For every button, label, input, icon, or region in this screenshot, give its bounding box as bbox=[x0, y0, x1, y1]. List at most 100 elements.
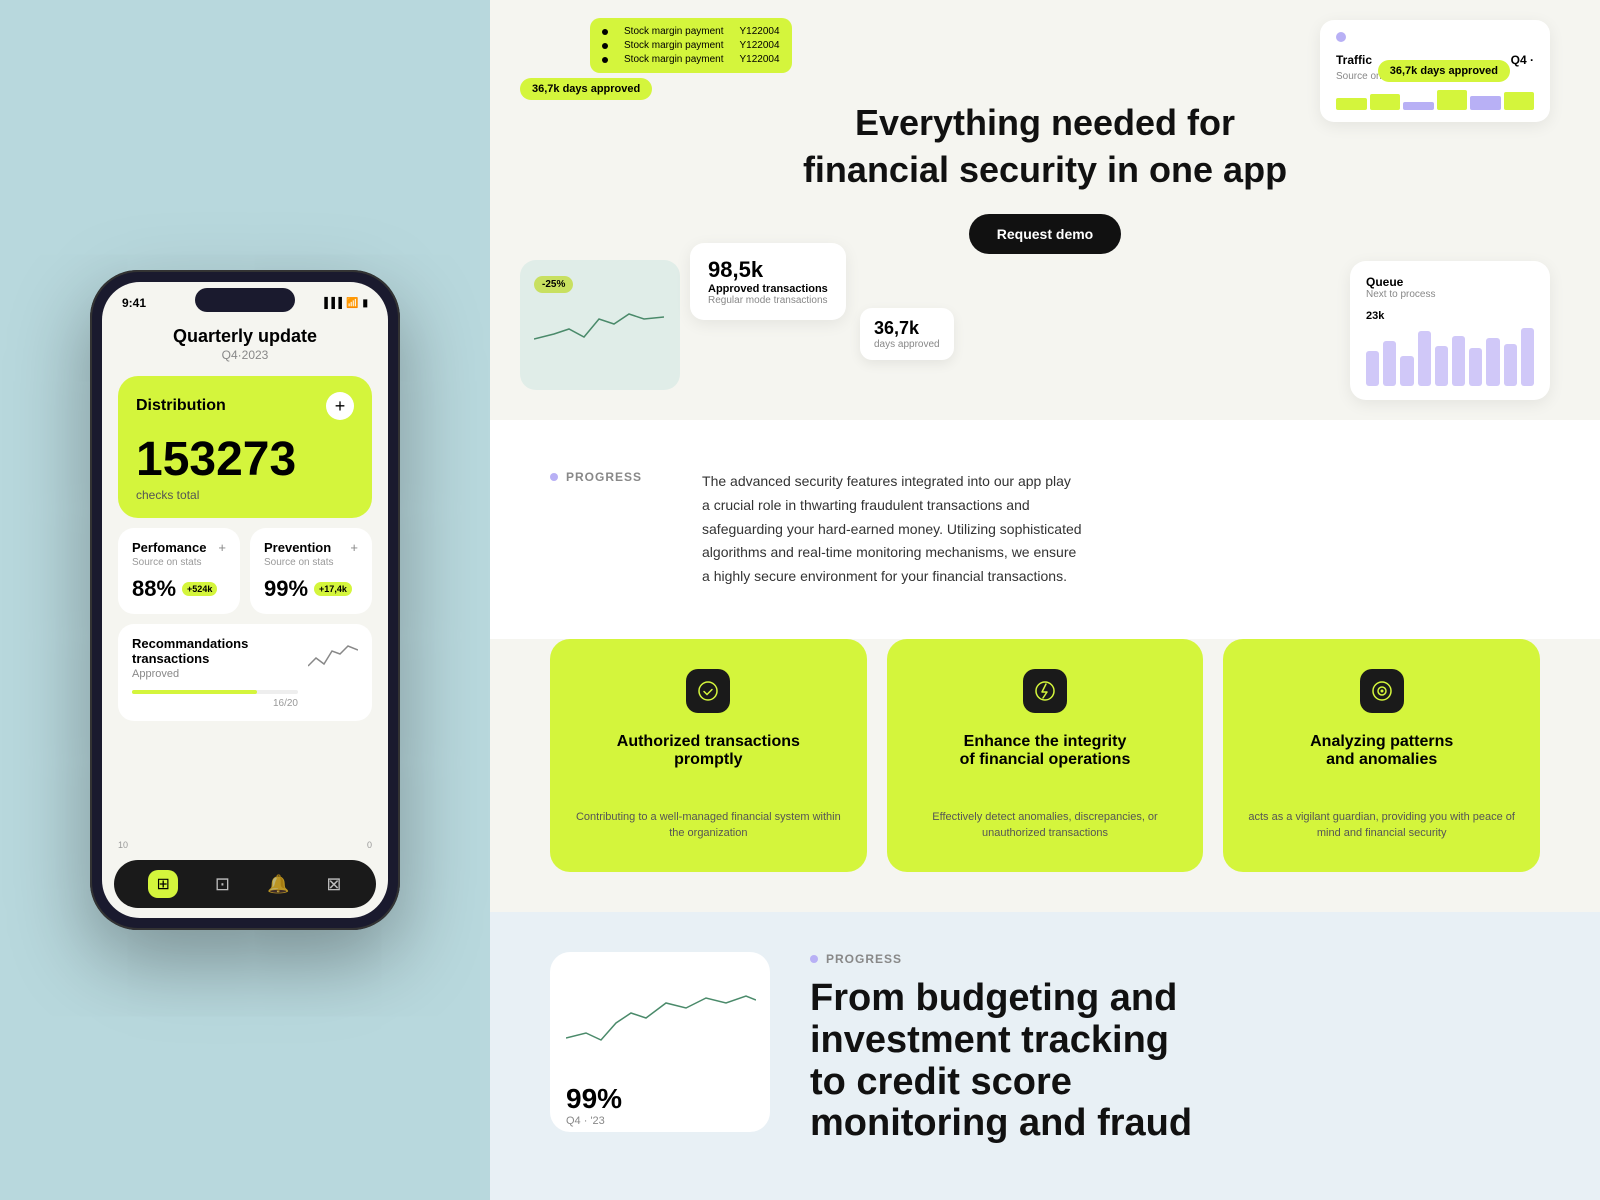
heading-line-3: to credit score bbox=[810, 1061, 1072, 1103]
feature-title-2: Enhance the integrityof financial operat… bbox=[960, 733, 1131, 769]
prevention-value: 99% bbox=[264, 576, 308, 602]
progress-dot bbox=[550, 473, 558, 481]
heading-line-2: investment tracking bbox=[810, 1019, 1169, 1061]
qbar-2 bbox=[1383, 341, 1396, 386]
traffic-bar-4 bbox=[1437, 90, 1468, 110]
approved-sub: Regular mode transactions bbox=[708, 295, 828, 306]
approved-number: 98,5k bbox=[708, 257, 828, 283]
bottom-progress-label: PROGRESS bbox=[826, 952, 902, 966]
heading-line-4: monitoring and fraud bbox=[810, 1102, 1192, 1144]
days-badge-2: 36,7k days approved bbox=[1378, 60, 1510, 82]
prevention-card: Prevention + Source on stats 99% +17,4k bbox=[250, 528, 372, 614]
signal-icon: ▐▐▐ bbox=[321, 298, 342, 309]
nav-item-share[interactable]: ⊠ bbox=[326, 874, 341, 895]
qbar-8 bbox=[1486, 338, 1499, 386]
prevention-plus[interactable]: + bbox=[350, 540, 358, 555]
nav-item-folder[interactable]: ⊡ bbox=[215, 874, 230, 895]
stock-card: Stock margin payment Y122004 Stock margi… bbox=[590, 18, 792, 73]
battery-icon: ▮ bbox=[362, 298, 368, 309]
stock-row-1: Stock margin payment Y122004 bbox=[602, 26, 780, 37]
traffic-bar-1 bbox=[1336, 98, 1367, 110]
qbar-4 bbox=[1418, 331, 1431, 386]
traffic-quarter: Q4 · bbox=[1511, 53, 1534, 67]
nav-page-start: 10 bbox=[118, 840, 128, 850]
prevention-value-row: 99% +17,4k bbox=[264, 576, 358, 602]
web-section: Stock margin payment Y122004 Stock margi… bbox=[490, 0, 1600, 1200]
prevention-badge: +17,4k bbox=[314, 582, 352, 596]
lightning-icon bbox=[1034, 680, 1056, 702]
approved-chart-svg bbox=[534, 299, 664, 354]
performance-source: Source on stats bbox=[132, 557, 226, 568]
stock-dot-3 bbox=[602, 57, 608, 63]
phone-header-sub: Q4·2023 bbox=[118, 348, 372, 362]
progress-section: PROGRESS The advanced security features … bbox=[490, 420, 1600, 639]
traffic-bars bbox=[1336, 90, 1534, 110]
hero-section: Stock margin payment Y122004 Stock margi… bbox=[490, 0, 1600, 420]
stock-dot-2 bbox=[602, 43, 608, 49]
distribution-number: 153273 bbox=[136, 436, 354, 484]
qbar-7 bbox=[1469, 348, 1482, 386]
distribution-card: Distribution + 153273 checks total bbox=[118, 376, 372, 518]
feature-desc-2: Effectively detect anomalies, discrepanc… bbox=[911, 809, 1180, 842]
progress-left: PROGRESS bbox=[550, 470, 642, 484]
nav-page-end: 0 bbox=[367, 840, 372, 850]
qbar-10 bbox=[1521, 328, 1534, 386]
stock-value-2: Y122004 bbox=[740, 40, 780, 51]
distribution-sub: checks total bbox=[136, 488, 354, 502]
days-badge-1: 36,7k days approved bbox=[520, 78, 652, 100]
prevention-title: Prevention bbox=[264, 540, 331, 555]
days-badge-1-text: 36,7k days approved bbox=[532, 83, 640, 95]
days-label: days approved bbox=[874, 339, 940, 350]
rec-subtitle: Approved bbox=[132, 668, 298, 680]
qbar-6 bbox=[1452, 336, 1465, 386]
bottom-nav[interactable]: ⊞ ⊡ 🔔 ⊠ bbox=[114, 860, 376, 908]
approved-label: Approved transactions bbox=[708, 283, 828, 295]
bottom-chart-card: 99% Q4 · '23 bbox=[550, 952, 770, 1132]
feature-card-2: Enhance the integrityof financial operat… bbox=[887, 639, 1204, 872]
prevention-header: Prevention + bbox=[264, 540, 358, 555]
rec-content: Recommandations transactions Approved 16… bbox=[132, 636, 298, 709]
stock-value-1: Y122004 bbox=[740, 26, 780, 37]
rec-progress-fill bbox=[132, 690, 257, 694]
prevention-source: Source on stats bbox=[264, 557, 358, 568]
nav-item-dashboard[interactable]: ⊞ bbox=[148, 870, 177, 898]
chart-badge: -25% bbox=[534, 276, 573, 293]
bottom-period: Q4 · '23 bbox=[566, 1115, 754, 1127]
feature-card-1: Authorized transactionspromptly Contribu… bbox=[550, 639, 867, 872]
feature-icon-1 bbox=[686, 669, 730, 713]
qbar-3 bbox=[1400, 356, 1413, 386]
stock-label-1: Stock margin payment bbox=[624, 26, 724, 37]
cta-button[interactable]: Request demo bbox=[969, 214, 1121, 254]
traffic-bar-5 bbox=[1470, 96, 1501, 110]
days-number: 36,7k bbox=[874, 318, 940, 339]
feature-title-1: Authorized transactionspromptly bbox=[617, 733, 800, 769]
traffic-title: Traffic bbox=[1336, 53, 1372, 67]
status-time: 9:41 bbox=[122, 296, 146, 310]
performance-badge: +524k bbox=[182, 582, 217, 596]
distribution-plus-button[interactable]: + bbox=[326, 392, 354, 420]
phone-notch bbox=[195, 288, 295, 312]
queue-sub: Next to process bbox=[1366, 289, 1534, 300]
status-icons: ▐▐▐ 📶 ▮ bbox=[321, 298, 368, 309]
queue-title: Queue bbox=[1366, 275, 1534, 289]
nav-item-bell[interactable]: 🔔 bbox=[267, 874, 289, 895]
phone-content: Quarterly update Q4·2023 Distribution + … bbox=[102, 314, 388, 840]
feature-icon-2 bbox=[1023, 669, 1067, 713]
queue-card: Queue Next to process 23k bbox=[1350, 261, 1550, 400]
bottom-section: 99% Q4 · '23 PROGRESS From budgeting and… bbox=[490, 912, 1600, 1200]
stock-dot-1 bbox=[602, 29, 608, 35]
feature-icon-3 bbox=[1360, 669, 1404, 713]
stock-row-2: Stock margin payment Y122004 bbox=[602, 40, 780, 51]
traffic-bar-6 bbox=[1504, 92, 1535, 110]
days-approved-card: 36,7k days approved bbox=[860, 308, 954, 360]
performance-value: 88% bbox=[132, 576, 176, 602]
queue-number: 23k bbox=[1366, 310, 1534, 322]
performance-plus[interactable]: + bbox=[218, 540, 226, 555]
phone-screen: 9:41 ▐▐▐ 📶 ▮ Quarterly update Q4·2023 Di… bbox=[102, 282, 388, 918]
bottom-chart-svg bbox=[566, 968, 756, 1068]
rec-chart bbox=[308, 636, 358, 676]
stock-value-3: Y122004 bbox=[740, 54, 780, 65]
bottom-heading: From budgeting and investment tracking t… bbox=[810, 978, 1540, 1145]
heading-line-1: From budgeting and bbox=[810, 977, 1177, 1019]
feature-desc-1: Contributing to a well-managed financial… bbox=[574, 809, 843, 842]
